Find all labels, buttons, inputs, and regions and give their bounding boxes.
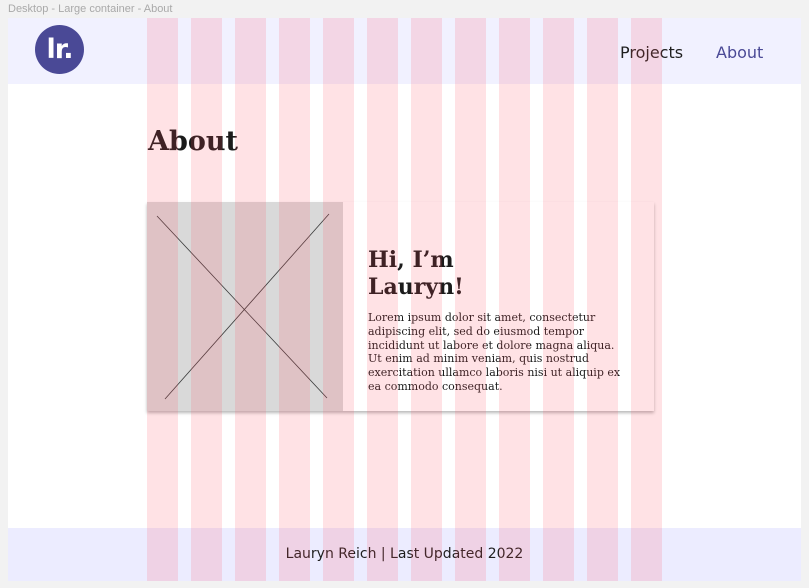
card-heading: Hi, I’m Lauryn! <box>368 247 568 301</box>
nav-link-about[interactable]: About <box>716 43 763 62</box>
navbar: lr. Projects About <box>8 18 801 84</box>
footer: Lauryn Reich | Last Updated 2022 <box>8 528 801 581</box>
image-placeholder-icon <box>156 213 330 400</box>
logo-text: lr. <box>46 34 74 65</box>
card-heading-line2: Lauryn! <box>368 274 464 300</box>
profile-image-placeholder <box>147 202 343 411</box>
page-title: About <box>148 126 238 157</box>
card-heading-line1: Hi, I’m <box>368 247 454 273</box>
logo[interactable]: lr. <box>35 25 84 74</box>
nav-link-projects[interactable]: Projects <box>620 43 683 62</box>
desktop-frame: lr. Projects About About Hi, I’m Lauryn!… <box>8 18 801 581</box>
footer-text: Lauryn Reich | Last Updated 2022 <box>285 546 524 562</box>
card-body-text: Lorem ipsum dolor sit amet, consectetur … <box>368 311 621 393</box>
frame-label: Desktop - Large container - About <box>8 3 173 15</box>
about-card: Hi, I’m Lauryn! Lorem ipsum dolor sit am… <box>147 202 654 411</box>
